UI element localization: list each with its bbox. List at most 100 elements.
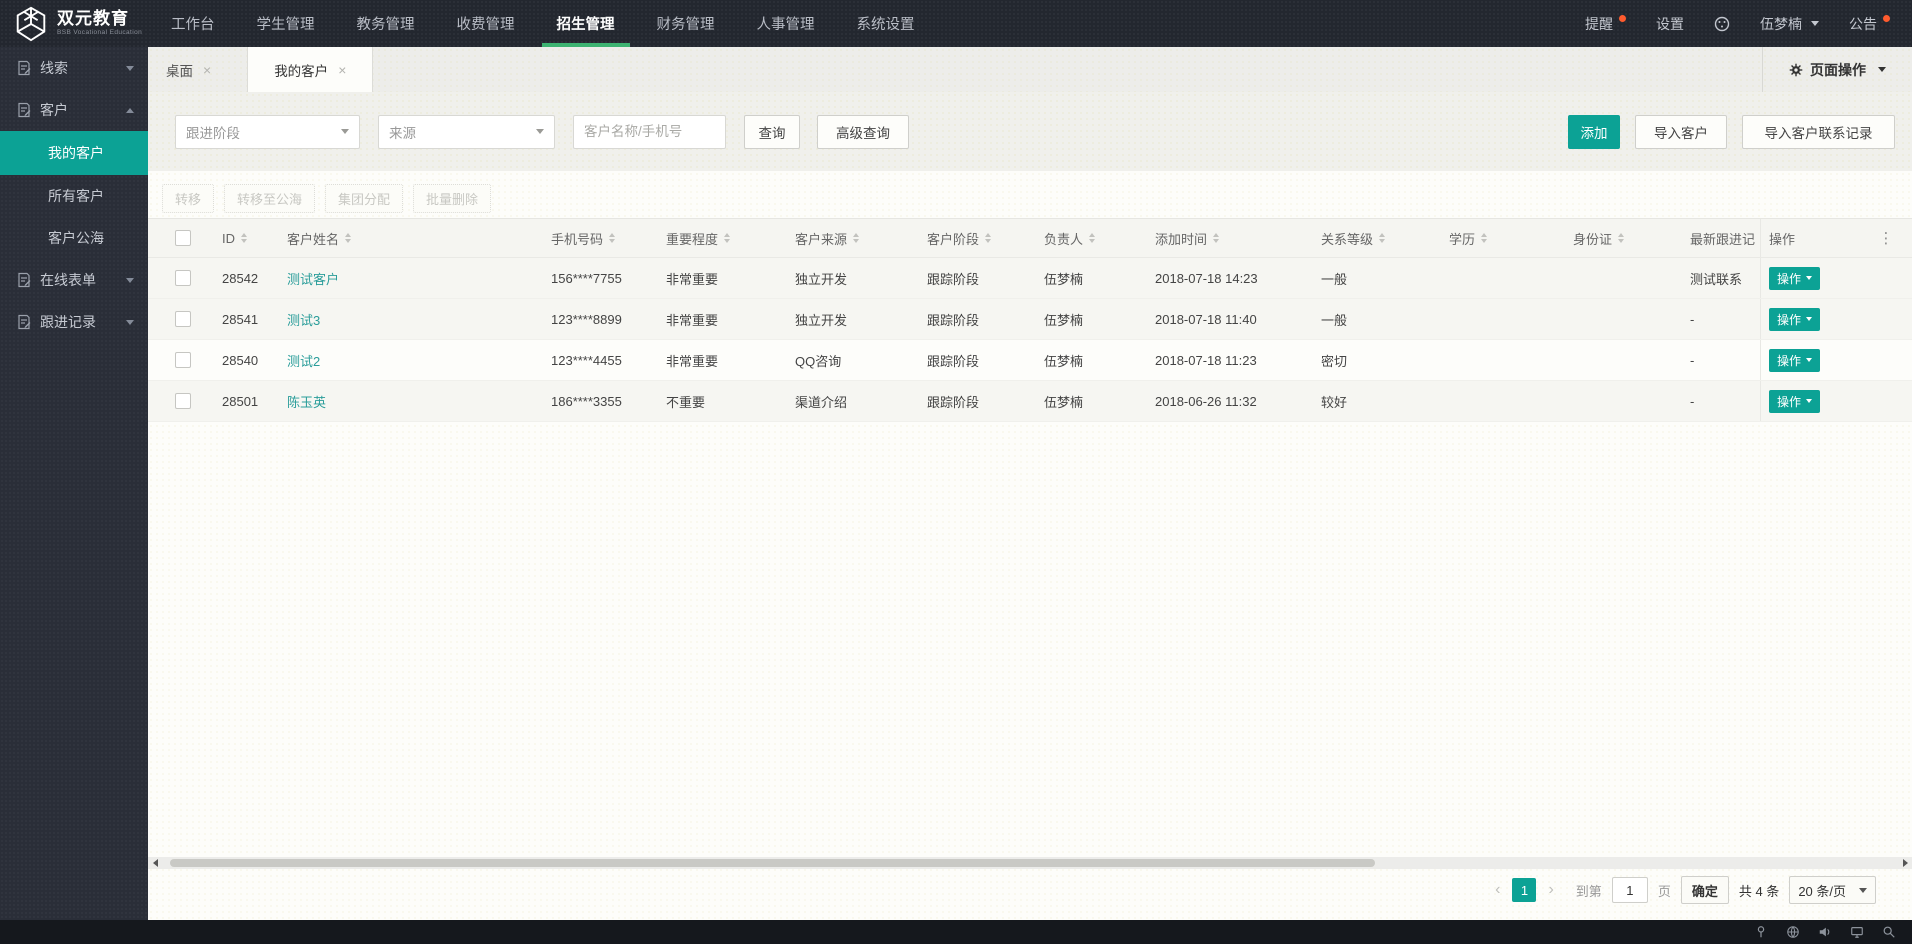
bulk-actions: 转移 转移至公海 集团分配 批量删除	[162, 184, 492, 213]
reminder-button[interactable]: 提醒	[1585, 14, 1626, 34]
menu-item-workbench[interactable]: 工作台	[150, 0, 236, 47]
caret-down-icon	[536, 129, 544, 134]
prev-page-button[interactable]: ‹	[1493, 881, 1502, 899]
tab-bar: 桌面 × 我的客户 × 页面操作	[148, 47, 1912, 92]
row-checkbox[interactable]	[175, 270, 191, 286]
page-number-button[interactable]: 1	[1512, 878, 1537, 902]
user-menu[interactable]: 伍梦楠	[1760, 14, 1819, 34]
sort-icon[interactable]	[241, 233, 247, 243]
row-action-button[interactable]: 操作	[1769, 307, 1821, 331]
row-action-button[interactable]: 操作	[1769, 266, 1821, 290]
customer-name-link[interactable]: 测试客户	[287, 269, 339, 288]
table-row: 28501 陈玉英 186****3355 不重要 渠道介绍 跟踪阶段 伍梦楠 …	[148, 381, 1912, 422]
select-all-checkbox[interactable]	[175, 230, 191, 246]
row-action-button[interactable]: 操作	[1769, 348, 1821, 372]
page-actions-button[interactable]: 页面操作	[1762, 47, 1912, 92]
group-assign-button[interactable]: 集团分配	[325, 184, 404, 213]
caret-down-icon	[1806, 399, 1813, 403]
sort-icon[interactable]	[985, 233, 992, 243]
menu-item-students[interactable]: 学生管理	[236, 0, 336, 47]
customer-name-link[interactable]: 测试3	[287, 310, 320, 329]
import-customers-button[interactable]: 导入客户	[1635, 114, 1727, 149]
search-button[interactable]: 查询	[744, 114, 800, 149]
scroll-right-button[interactable]	[1898, 857, 1912, 869]
sort-icon[interactable]	[345, 233, 352, 243]
sort-icon[interactable]	[1481, 233, 1488, 243]
sidebar-item-follow-records[interactable]: 跟进记录	[0, 301, 148, 343]
sort-icon[interactable]	[724, 233, 731, 243]
scroll-left-button[interactable]	[148, 857, 162, 869]
add-button[interactable]: 添加	[1568, 114, 1620, 149]
page-size-select[interactable]: 20 条/页	[1789, 876, 1876, 904]
form-icon	[18, 314, 31, 330]
menu-item-hr[interactable]: 人事管理	[736, 0, 836, 47]
caret-down-icon	[341, 129, 349, 134]
next-page-button[interactable]: ›	[1546, 881, 1555, 899]
row-checkbox[interactable]	[175, 393, 191, 409]
volume-icon[interactable]	[1817, 925, 1832, 940]
column-settings-button[interactable]: ⋮	[1860, 219, 1912, 257]
app-logo[interactable]: 双元教育 BSB Vocational Education	[0, 5, 148, 43]
customer-name-link[interactable]: 测试2	[287, 351, 320, 370]
sort-icon[interactable]	[1379, 233, 1386, 243]
row-action-button[interactable]: 操作	[1769, 389, 1821, 413]
sort-icon[interactable]	[1089, 233, 1096, 243]
scrollbar-track[interactable]	[162, 857, 1898, 869]
pin-icon[interactable]	[1753, 925, 1768, 940]
caret-down-icon	[1806, 276, 1813, 280]
import-contact-records-button[interactable]: 导入客户联系记录	[1742, 114, 1895, 149]
menu-item-finance[interactable]: 财务管理	[636, 0, 736, 47]
keyword-input[interactable]	[573, 114, 726, 149]
sort-icon[interactable]	[853, 233, 860, 243]
follow-stage-select[interactable]: 跟进阶段	[175, 114, 360, 149]
logo-subtitle: BSB Vocational Education	[57, 29, 143, 37]
source-select[interactable]: 来源	[378, 114, 555, 149]
goto-label: 到第	[1575, 883, 1602, 899]
close-icon[interactable]: ×	[203, 62, 211, 78]
row-checkbox[interactable]	[175, 311, 191, 327]
chevron-down-icon	[1811, 21, 1819, 26]
table-row: 28540 测试2 123****4455 非常重要 QQ咨询 跟踪阶段 伍梦楠…	[148, 340, 1912, 381]
announcement-button[interactable]: 公告	[1849, 14, 1890, 34]
transfer-button[interactable]: 转移	[162, 184, 215, 213]
batch-delete-button[interactable]: 批量删除	[413, 184, 492, 213]
row-checkbox[interactable]	[175, 352, 191, 368]
user-name: 伍梦楠	[1760, 15, 1802, 32]
zoom-icon[interactable]	[1881, 925, 1896, 940]
sort-icon[interactable]	[609, 233, 616, 243]
sidebar-item-customer-pool[interactable]: 客户公海	[0, 217, 148, 259]
sort-icon[interactable]	[1618, 233, 1625, 243]
transfer-to-pool-button[interactable]: 转移至公海	[224, 184, 316, 213]
sidebar-item-leads[interactable]: 线索	[0, 47, 148, 89]
main-content: 转移 转移至公海 集团分配 批量删除 ID 客户姓名 手机号码 重要程度 客户来…	[148, 171, 1912, 920]
display-icon[interactable]	[1849, 925, 1864, 940]
confirm-page-button[interactable]: 确定	[1680, 876, 1729, 904]
menu-item-academic[interactable]: 教务管理	[336, 0, 436, 47]
menu-item-settings[interactable]: 系统设置	[836, 0, 936, 47]
taskbar	[0, 920, 1912, 944]
table-row: 28541 测试3 123****8899 非常重要 独立开发 跟踪阶段 伍梦楠…	[148, 299, 1912, 340]
sort-icon[interactable]	[1213, 233, 1220, 243]
sidebar-item-customers[interactable]: 客户	[0, 89, 148, 131]
form-icon	[18, 60, 31, 76]
total-count: 共 4 条	[1738, 883, 1780, 899]
sidebar-item-online-forms[interactable]: 在线表单	[0, 259, 148, 301]
caret-down-icon	[1806, 358, 1813, 362]
close-icon[interactable]: ×	[338, 62, 346, 78]
scrollbar-thumb[interactable]	[170, 859, 1375, 867]
theme-palette-icon[interactable]	[1714, 16, 1730, 32]
advanced-search-button[interactable]: 高级查询	[817, 114, 909, 149]
network-icon[interactable]	[1785, 925, 1800, 940]
menu-item-fees[interactable]: 收费管理	[436, 0, 536, 47]
settings-button[interactable]: 设置	[1656, 14, 1684, 34]
menu-item-admissions[interactable]: 招生管理	[536, 0, 636, 47]
chevron-down-icon	[126, 65, 134, 71]
tab-desktop[interactable]: 桌面 ×	[148, 47, 229, 92]
table-row: 28542 测试客户 156****7755 非常重要 独立开发 跟踪阶段 伍梦…	[148, 258, 1912, 299]
page-input[interactable]	[1611, 877, 1648, 903]
gear-icon	[1789, 63, 1803, 76]
tab-my-customers[interactable]: 我的客户 ×	[247, 47, 374, 92]
sidebar-item-my-customers[interactable]: 我的客户	[0, 131, 148, 175]
sidebar-item-all-customers[interactable]: 所有客户	[0, 175, 148, 217]
customer-name-link[interactable]: 陈玉英	[287, 392, 326, 411]
